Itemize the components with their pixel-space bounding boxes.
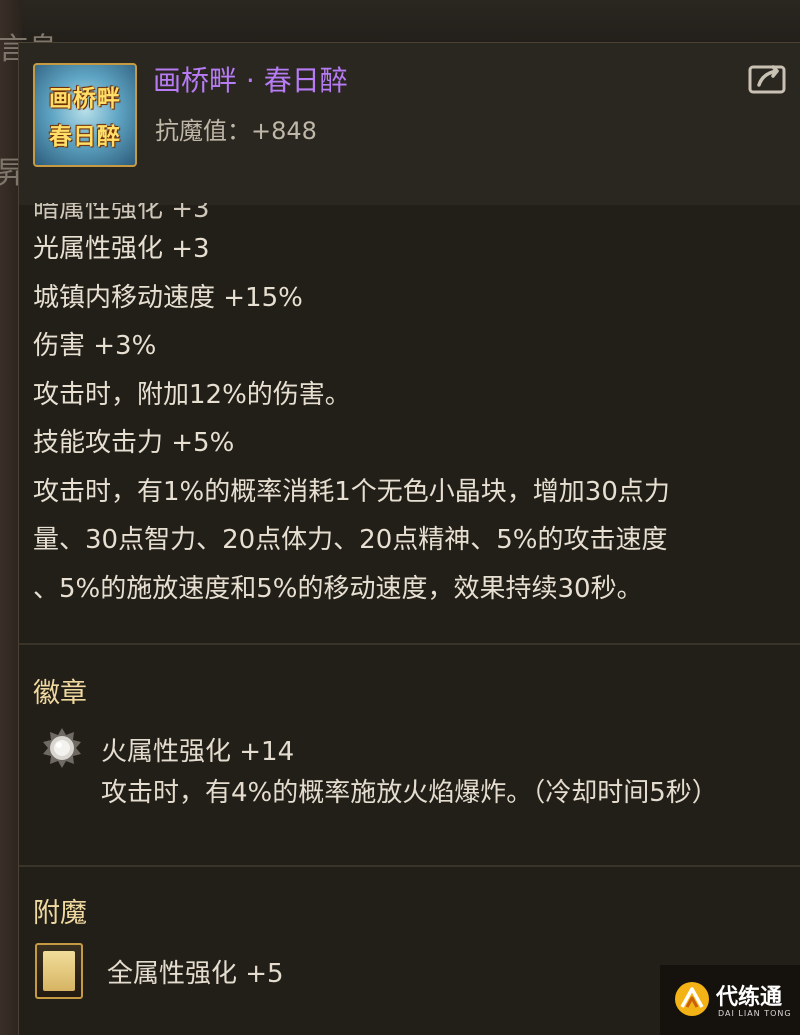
attribute-line: 技能攻击力 +5% [33,428,235,458]
badge-description: 攻击时，有4%的概率施放火焰爆炸。（冷却时间5秒） [101,778,718,808]
proc-description-line: 攻击时，有1%的概率消耗1个无色小晶块，增加30点力 [33,476,670,507]
item-name: 画桥畔 · 春日醉 [153,64,348,97]
attribute-line: 暗属性强化 +3 [33,203,210,224]
watermark-logo-icon [675,982,709,1016]
attribute-line: 光属性强化 +3 [33,234,210,264]
attribute-line: 伤害 +3% [33,331,157,361]
attribute-line: 城镇内移动速度 +15% [33,282,303,313]
enchant-text: 全属性强化 +5 [107,959,284,989]
item-icon-text: 画桥畔 [49,85,121,112]
section-divider [19,865,800,867]
silver-gem-icon [41,727,83,769]
enchant-section-title: 附魔 [33,898,87,929]
enchant-card-face [43,951,75,991]
watermark: 代练通 DAI LIAN TONG [660,965,800,1035]
item-icon: 画桥畔 春日醉 [33,63,137,167]
enchant-card-icon [35,943,83,999]
background-strip [0,0,800,48]
attribute-line: 攻击时，附加12%的伤害。 [33,379,351,410]
badge-section-title: 徽章 [33,678,87,709]
item-stat: 抗魔值：+848 [155,117,317,145]
proc-description-line: 、5%的施放速度和5%的移动速度，效果持续30秒。 [33,573,643,604]
item-icon-text: 春日醉 [49,123,121,150]
item-tooltip: 画桥畔 春日醉 画桥畔 · 春日醉 抗魔值：+848 暗属性强化 +3 光属性强… [18,42,800,1035]
badge-name: 火属性强化 +14 [101,737,295,767]
tooltip-header: 画桥畔 春日醉 画桥畔 · 春日醉 抗魔值：+848 [19,43,800,205]
section-divider [19,643,800,645]
attribute-list: 暗属性强化 +3 光属性强化 +3 城镇内移动速度 +15% 伤害 +3% 攻击… [33,203,793,613]
share-icon [748,65,786,94]
proc-description-line: 量、30点智力、20点体力、20点精神、5%的攻击速度 [33,525,668,555]
watermark-subtitle: DAI LIAN TONG [718,1009,792,1018]
share-button[interactable] [747,61,789,95]
watermark-name: 代练通 [716,985,783,1010]
